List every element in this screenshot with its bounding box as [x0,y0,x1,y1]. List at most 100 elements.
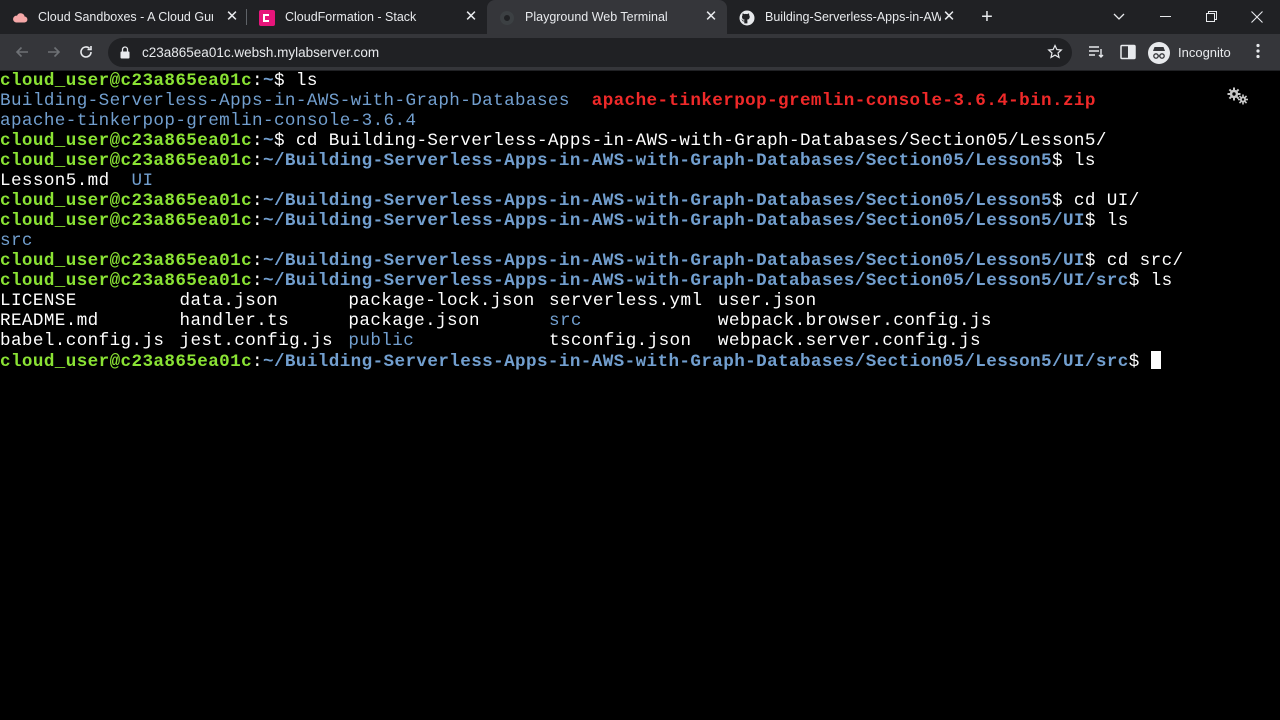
lock-icon[interactable] [120,46,130,59]
restore-icon[interactable] [1200,6,1222,28]
ls-entry: apache-tinkerpop-gremlin-console-3.6.4-b… [591,91,1096,111]
prompt-path: ~ [263,71,274,91]
command-text: cd src/ [1106,251,1184,271]
prompt-user: cloud_user@c23a865ea01c [0,271,253,291]
command-text: ls [295,71,318,91]
ls-gap [110,171,132,191]
prompt-colon: : [252,131,264,151]
ls-entry: user.json [717,291,817,311]
close-tab-icon[interactable]: ✕ [703,9,719,25]
side-panel-icon[interactable] [1119,43,1137,61]
prompt-colon: : [252,211,264,231]
ls-entry: LICENSE [0,291,77,311]
tab-cloudformation[interactable]: CloudFormation - Stack ✕ [247,0,487,34]
settings-gears-icon[interactable] [1227,87,1249,105]
reading-list-icon[interactable] [1087,43,1105,61]
incognito-label: Incognito [1178,45,1231,60]
reload-icon[interactable] [76,42,96,62]
command-text: ls [1073,151,1096,171]
ls-entry: tsconfig.json [549,331,692,351]
forward-arrow-icon[interactable] [44,42,64,62]
terminal-line: cloud_user@c23a865ea01c:~/Building-Serve… [0,351,1270,372]
ls-entry: Lesson5.md [0,171,110,191]
ls-entry: src [549,311,582,331]
prompt-user: cloud_user@c23a865ea01c [0,151,253,171]
prompt-path: ~/Building-Serverless-Apps-in-AWS-with-G… [263,251,1085,271]
command-text: cd Building-Serverless-Apps-in-AWS-with-… [295,131,1107,151]
back-arrow-icon[interactable] [12,42,32,62]
tab-github[interactable]: Building-Serverless-Apps-in-AWS ✕ [727,0,967,34]
prompt-path: ~/Building-Serverless-Apps-in-AWS-with-G… [263,151,1052,171]
ls-entry: README.md [0,311,99,331]
prompt-path: ~/Building-Serverless-Apps-in-AWS-with-G… [263,352,1129,372]
prompt-dollar: $ [273,131,296,151]
prompt-dollar: $ [1052,191,1074,211]
incognito-profile-button[interactable]: Incognito [1148,39,1231,66]
command-text: ls [1106,211,1129,231]
terminal-cursor [1150,351,1161,369]
prompt-dollar: $ [273,71,296,91]
prompt-colon: : [252,71,264,91]
web-terminal[interactable]: cloud_user@c23a865ea01c:~$ ls Building-Se… [0,71,1280,720]
ls-entry: Building-Serverless-Apps-in-AWS-with-Gra… [0,91,570,111]
new-tab-button[interactable]: + [978,7,996,27]
cloud-icon [13,13,28,23]
ls-entry: handler.ts [179,311,290,331]
ls-entry: serverless.yml [549,291,703,311]
window-close-icon[interactable] [1246,6,1268,28]
close-tab-icon[interactable]: ✕ [941,9,957,25]
prompt-colon: : [252,251,264,271]
tab-cloud-sandboxes[interactable]: Cloud Sandboxes - A Cloud Guru ✕ [0,0,247,34]
minimize-icon[interactable] [1154,6,1176,28]
ls-gap [570,91,592,111]
ls-entry: package.json [348,311,480,331]
ls-entry: jest.config.js [179,331,333,351]
tab-title: Cloud Sandboxes - A Cloud Guru [38,10,213,24]
ls-entry: UI [131,171,154,191]
terminal-line: README.md handler.ts package.json src webpac… [0,311,1270,331]
prompt-path: ~/Building-Serverless-Apps-in-AWS-with-G… [263,271,1129,291]
ls-entry: public [348,331,415,351]
prompt-colon: : [252,191,264,211]
terminal-line: cloud_user@c23a865ea01c:~/Building-Serve… [0,251,1270,271]
prompt-user: cloud_user@c23a865ea01c [0,131,253,151]
github-icon [739,10,755,26]
prompt-user: cloud_user@c23a865ea01c [0,191,253,211]
ls-entry: apache-tinkerpop-gremlin-console-3.6.4 [0,111,417,131]
tab-playground-web-terminal[interactable]: Playground Web Terminal ✕ [487,0,727,34]
tab-title: CloudFormation - Stack [285,10,417,24]
url-text[interactable]: c23a865ea01c.websh.mylabserver.com [142,45,379,60]
close-tab-icon[interactable]: ✕ [463,9,479,25]
prompt-dollar: $ [1128,271,1151,291]
more-menu-icon[interactable] [1250,43,1266,61]
terminal-line: Building-Serverless-Apps-in-AWS-with-Gra… [0,91,1270,111]
address-bar[interactable]: c23a865ea01c.websh.mylabserver.com [108,38,1072,67]
terminal-line: cloud_user@c23a865ea01c:~/Building-Serve… [0,211,1270,231]
terminal-line: cloud_user@c23a865ea01c:~/Building-Serve… [0,191,1270,211]
close-tab-icon[interactable]: ✕ [224,9,240,25]
ls-entry: package-lock.json [348,291,535,311]
prompt-user: cloud_user@c23a865ea01c [0,251,253,271]
tab-search-chevron-icon[interactable] [1108,6,1130,28]
prompt-colon: : [252,352,264,372]
terminal-line: cloud_user@c23a865ea01c:~$ ls [0,71,1270,91]
cloudformation-icon [259,10,275,26]
prompt-dollar: $ [1128,352,1151,372]
terminal-line: cloud_user@c23a865ea01c:~$ cd Building-S… [0,131,1270,151]
terminal-output: cloud_user@c23a865ea01c:~$ ls Building-Se… [0,71,1270,372]
terminal-line: cloud_user@c23a865ea01c:~/Building-Serve… [0,271,1270,291]
prompt-user: cloud_user@c23a865ea01c [0,71,253,91]
tab-strip: Cloud Sandboxes - A Cloud Guru ✕ CloudFo… [0,0,1280,34]
prompt-colon: : [252,151,264,171]
prompt-dollar: $ [1084,211,1107,231]
terminal-line: babel.config.js jest.config.js public tscon… [0,331,1270,351]
bookmark-star-icon[interactable] [1046,43,1064,61]
terminal-line: LICENSE data.json package-lock.json serverl… [0,291,1270,311]
terminal-line: src [0,231,1270,251]
prompt-dollar: $ [1084,251,1107,271]
ls-entry: data.json [179,291,279,311]
terminal-line: cloud_user@c23a865ea01c:~/Building-Serve… [0,151,1270,171]
ls-entry: webpack.server.config.js [717,331,981,351]
browser-toolbar: c23a865ea01c.websh.mylabserver.com Incog… [0,34,1280,71]
prompt-path: ~/Building-Serverless-Apps-in-AWS-with-G… [263,211,1085,231]
